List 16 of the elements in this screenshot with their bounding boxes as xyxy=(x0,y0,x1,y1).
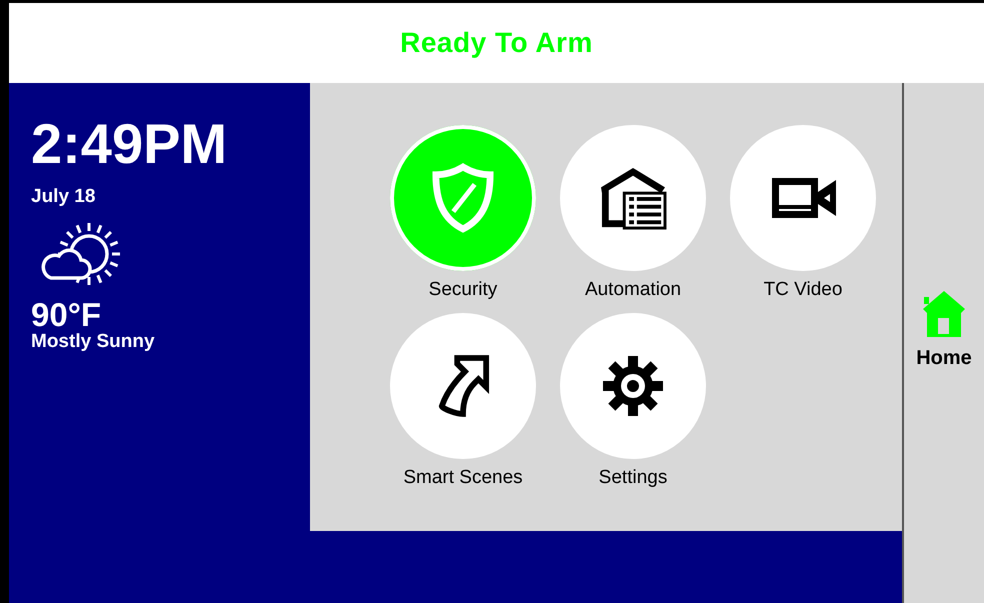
date-label: July 18 xyxy=(31,186,96,208)
home-nav-button[interactable]: Home xyxy=(916,287,972,370)
house-list-icon xyxy=(598,166,668,230)
status-title: Ready To Arm xyxy=(400,27,593,59)
temperature-label: 90°F xyxy=(31,298,102,331)
gear-icon xyxy=(601,354,665,418)
tile-label: TC Video xyxy=(764,279,842,301)
tile-label: Smart Scenes xyxy=(403,467,523,489)
shield-icon xyxy=(432,163,494,233)
curved-arrow-icon xyxy=(436,354,490,418)
tile-label: Automation xyxy=(584,279,682,301)
tile-label: Security xyxy=(428,279,498,301)
tile-label: Settings xyxy=(598,467,668,489)
clock-time: 2:49PM xyxy=(31,116,228,172)
weather-condition: Mostly Sunny xyxy=(31,331,155,353)
video-camera-icon xyxy=(770,176,836,220)
